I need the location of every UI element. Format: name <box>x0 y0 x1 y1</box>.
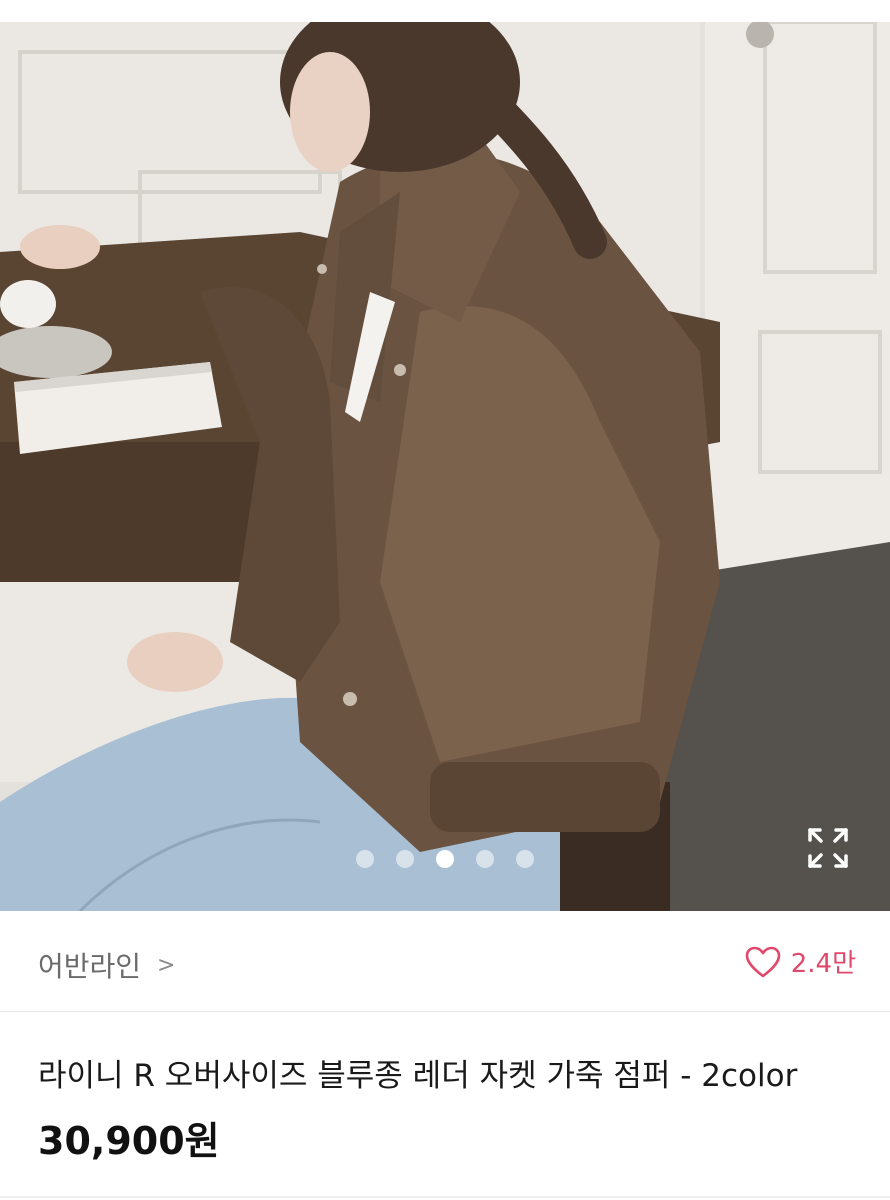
like-button[interactable]: 2.4만 <box>745 943 856 980</box>
product-title: 라이니 R 오버사이즈 블루종 레더 자켓 가죽 점퍼 - 2color <box>38 1058 798 1094</box>
seller-row: 어반라인 > 2.4만 <box>0 911 890 1012</box>
product-image[interactable] <box>0 22 890 911</box>
seller-link[interactable]: 어반라인 > <box>38 945 175 985</box>
divider <box>0 1196 890 1198</box>
expand-icon[interactable] <box>806 826 850 870</box>
heart-icon <box>745 946 781 977</box>
seller-name: 어반라인 <box>38 950 142 983</box>
carousel-indicator <box>0 850 890 868</box>
chevron-right-icon: > <box>157 952 176 978</box>
carousel-dot-active[interactable] <box>436 850 454 868</box>
product-photo <box>0 22 890 911</box>
carousel-dot[interactable] <box>396 850 414 868</box>
carousel-dot[interactable] <box>516 850 534 868</box>
product-price: 30,900원 <box>38 1119 220 1163</box>
carousel-dot[interactable] <box>356 850 374 868</box>
carousel-dot[interactable] <box>476 850 494 868</box>
like-count: 2.4만 <box>790 949 856 979</box>
